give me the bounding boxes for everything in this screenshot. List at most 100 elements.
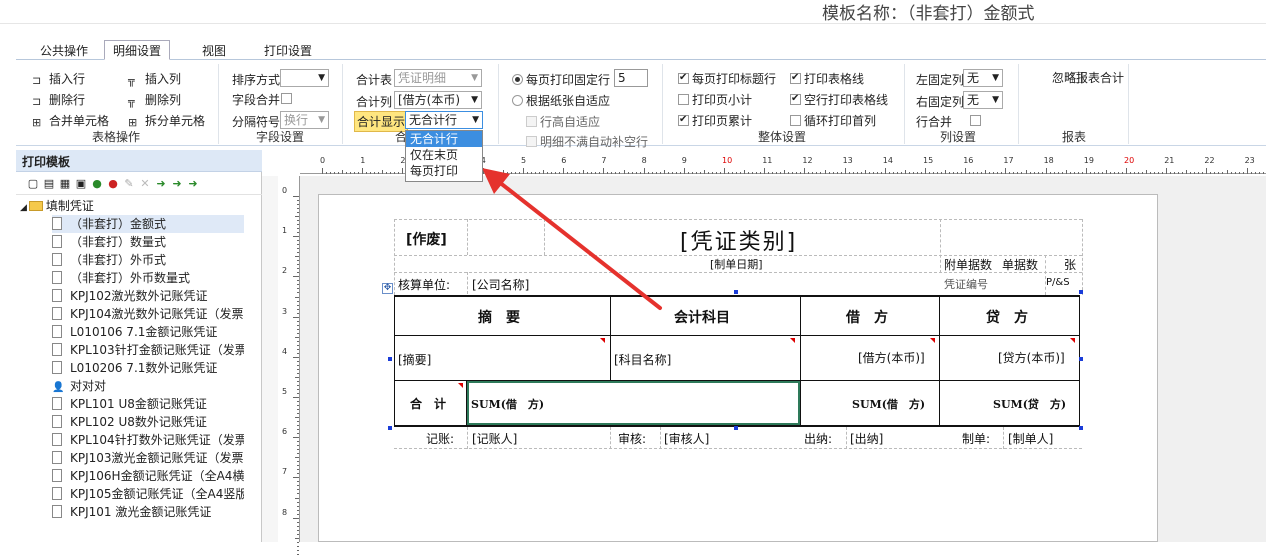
resize-handle[interactable] bbox=[388, 426, 392, 430]
total-show-select[interactable]: 无合计行 ▼ bbox=[405, 111, 483, 129]
subject-field[interactable]: [科目名称] bbox=[614, 351, 671, 368]
cashier-field[interactable]: [出纳] bbox=[850, 430, 883, 447]
tab-view[interactable]: 视图 bbox=[202, 42, 226, 59]
tree-item[interactable]: KPJ104激光数外记账凭证（发票 bbox=[52, 305, 244, 323]
insert-row-button[interactable]: ⊐ 插入行 bbox=[32, 70, 85, 87]
sum-credit-field[interactable]: SUM(贷 方) bbox=[993, 396, 1066, 412]
bookkeeper-field[interactable]: [记账人] bbox=[472, 430, 517, 447]
move-table-icon[interactable]: ✥ bbox=[382, 283, 393, 294]
tree-item[interactable]: （非套打）外币数量式 bbox=[52, 269, 244, 287]
tree-item[interactable]: KPL104针打数外记账凭证（发票 bbox=[52, 431, 244, 449]
print-grid-checkbox[interactable]: 打印表格线 bbox=[790, 70, 864, 87]
total-col-select[interactable]: [借方(本币) ▼ bbox=[394, 91, 482, 109]
col-credit[interactable]: 贷 方 bbox=[986, 307, 1028, 327]
tree-item[interactable]: KPL103针打金额记账凭证（发票 bbox=[52, 341, 244, 359]
tree-item[interactable]: KPL101 U8金额记账凭证 bbox=[52, 395, 244, 413]
sum-debit-field[interactable]: SUM(借 方) bbox=[471, 396, 544, 412]
row-merge-checkbox[interactable] bbox=[969, 115, 981, 126]
fill-empty-rows-checkbox[interactable]: 明细不满自动补空行 bbox=[526, 133, 648, 150]
delete-icon[interactable]: ● bbox=[106, 177, 120, 191]
right-fixed-select[interactable]: 无 ▼ bbox=[963, 91, 1003, 109]
fixed-rows-option[interactable]: 每页打印固定行 bbox=[512, 71, 610, 88]
attach-count-field[interactable]: 单据数 bbox=[1002, 256, 1038, 273]
resize-handle[interactable] bbox=[388, 357, 392, 361]
tree-item[interactable]: （非套打）数量式 bbox=[52, 233, 244, 251]
bookkeeper-label[interactable]: 记账: bbox=[426, 430, 454, 447]
merge-cell-button[interactable]: ⊞ 合并单元格 bbox=[32, 112, 109, 129]
option-every-page[interactable]: 每页打印 bbox=[406, 163, 482, 179]
move-right-icon[interactable]: ➜ bbox=[170, 177, 184, 191]
import-icon[interactable]: ▦ bbox=[58, 177, 72, 191]
auditor-label[interactable]: 审核: bbox=[618, 430, 646, 447]
tab-detail-settings[interactable]: 明细设置 bbox=[104, 40, 171, 60]
insert-col-button[interactable]: ╦ 插入列 bbox=[128, 70, 181, 87]
tree-item[interactable]: KPJ101 激光金额记账凭证 bbox=[52, 503, 244, 521]
field-merge-checkbox[interactable] bbox=[281, 93, 292, 104]
cashier-label[interactable]: 出纳: bbox=[804, 430, 832, 447]
option-last-page-only[interactable]: 仅在末页 bbox=[406, 147, 482, 163]
paper-adapt-option[interactable]: 根据纸张自适应 bbox=[512, 92, 610, 109]
row-height-adapt-checkbox[interactable]: 行高自适应 bbox=[526, 113, 600, 130]
delete-col-button[interactable]: ╦ 删除列 bbox=[128, 91, 181, 108]
move-up-icon[interactable]: ➜ bbox=[154, 177, 168, 191]
sort-select[interactable]: ▼ bbox=[280, 69, 329, 87]
tree-item[interactable]: L010206 7.1数外记账凭证 bbox=[52, 359, 244, 377]
option-no-total[interactable]: 无合计行 bbox=[406, 131, 482, 147]
tab-print-settings[interactable]: 打印设置 bbox=[264, 42, 312, 59]
col-debit[interactable]: 借 方 bbox=[846, 307, 888, 327]
tree-item[interactable]: L010106 7.1金额记账凭证 bbox=[52, 323, 244, 341]
remove-icon[interactable]: ✕ bbox=[138, 177, 152, 191]
delete-row-button[interactable]: ⊐ 删除行 bbox=[32, 91, 85, 108]
tree-item[interactable]: 👤 对对对 bbox=[52, 377, 244, 395]
resize-handle[interactable] bbox=[734, 290, 738, 294]
attach-count-label[interactable]: 附单据数 bbox=[944, 256, 992, 273]
resize-handle[interactable] bbox=[1079, 426, 1083, 430]
tree-item[interactable]: （非套打）外币式 bbox=[52, 251, 244, 269]
copy-icon[interactable]: ▣ bbox=[74, 177, 88, 191]
resize-handle[interactable] bbox=[1079, 290, 1083, 294]
col-subject[interactable]: 会计科目 bbox=[674, 307, 730, 327]
save-icon[interactable]: ▤ bbox=[42, 177, 56, 191]
tree-item[interactable]: KPJ105金额记账凭证（全A4竖版 bbox=[52, 485, 244, 503]
void-field[interactable]: [作废] bbox=[406, 229, 447, 249]
confirm-icon[interactable]: ● bbox=[90, 177, 104, 191]
tab-common-ops[interactable]: 公共操作 bbox=[40, 42, 88, 59]
tree-item[interactable]: KPJ106H金额记账凭证（全A4横 bbox=[52, 467, 244, 485]
unit-label[interactable]: 核算单位: bbox=[398, 276, 450, 293]
print-title-checkbox[interactable]: 每页打印标题行 bbox=[678, 70, 776, 87]
tree-item[interactable]: KPJ103激光金额记账凭证（发票 bbox=[52, 449, 244, 467]
maker-label[interactable]: 制单: bbox=[962, 430, 990, 447]
page-cumulative-checkbox[interactable]: 打印页累计 bbox=[678, 112, 752, 129]
split-cell-button[interactable]: ⊞ 拆分单元格 bbox=[128, 112, 205, 129]
total-label[interactable]: 合 计 bbox=[410, 395, 446, 412]
new-file-icon[interactable]: ▢ bbox=[26, 177, 40, 191]
loop-first-col-checkbox[interactable]: 循环打印首列 bbox=[790, 112, 876, 129]
ruler-tick bbox=[297, 421, 299, 423]
resize-handle[interactable] bbox=[734, 426, 738, 430]
separator-select[interactable]: 换行 ▼ bbox=[280, 111, 329, 129]
voucher-type-field[interactable]: [凭证类别] bbox=[680, 224, 797, 256]
voucher-number-field[interactable]: 凭证编号 bbox=[944, 276, 988, 292]
date-field[interactable]: [制单日期] bbox=[710, 256, 763, 272]
panel-splitter[interactable] bbox=[262, 176, 278, 542]
tree-item[interactable]: （非套打）金额式 bbox=[52, 215, 244, 233]
maker-field[interactable]: [制单人] bbox=[1008, 430, 1053, 447]
sheets-label[interactable]: 张 bbox=[1064, 256, 1076, 273]
resize-handle[interactable] bbox=[1079, 357, 1083, 361]
tree-item[interactable]: KPJ102激光数外记账凭证 bbox=[52, 287, 244, 305]
summary-field[interactable]: [摘要] bbox=[398, 351, 431, 368]
page-field[interactable]: P/&S bbox=[1046, 277, 1070, 288]
tree-root[interactable]: ◢ 填制凭证 bbox=[20, 197, 94, 215]
auditor-field[interactable]: [审核人] bbox=[664, 430, 709, 447]
move-down-icon[interactable]: ➜ bbox=[186, 177, 200, 191]
total-table-select[interactable]: 凭证明细 ▼ bbox=[394, 69, 482, 87]
credit-field[interactable]: [贷方(本币)] bbox=[998, 349, 1065, 366]
left-fixed-select[interactable]: 无 ▼ bbox=[963, 69, 1003, 87]
empty-row-grid-checkbox[interactable]: 空行打印表格线 bbox=[790, 91, 888, 108]
fixed-rows-input[interactable]: 5 bbox=[614, 69, 648, 87]
sum-debit-right-field[interactable]: SUM(借 方) bbox=[852, 396, 925, 412]
edit-icon[interactable]: ✎ bbox=[122, 177, 136, 191]
tree-item[interactable]: KPL102 U8数外记账凭证 bbox=[52, 413, 244, 431]
debit-field[interactable]: [借方(本币)] bbox=[858, 349, 925, 366]
page-subtotal-checkbox[interactable]: 打印页小计 bbox=[678, 91, 752, 108]
